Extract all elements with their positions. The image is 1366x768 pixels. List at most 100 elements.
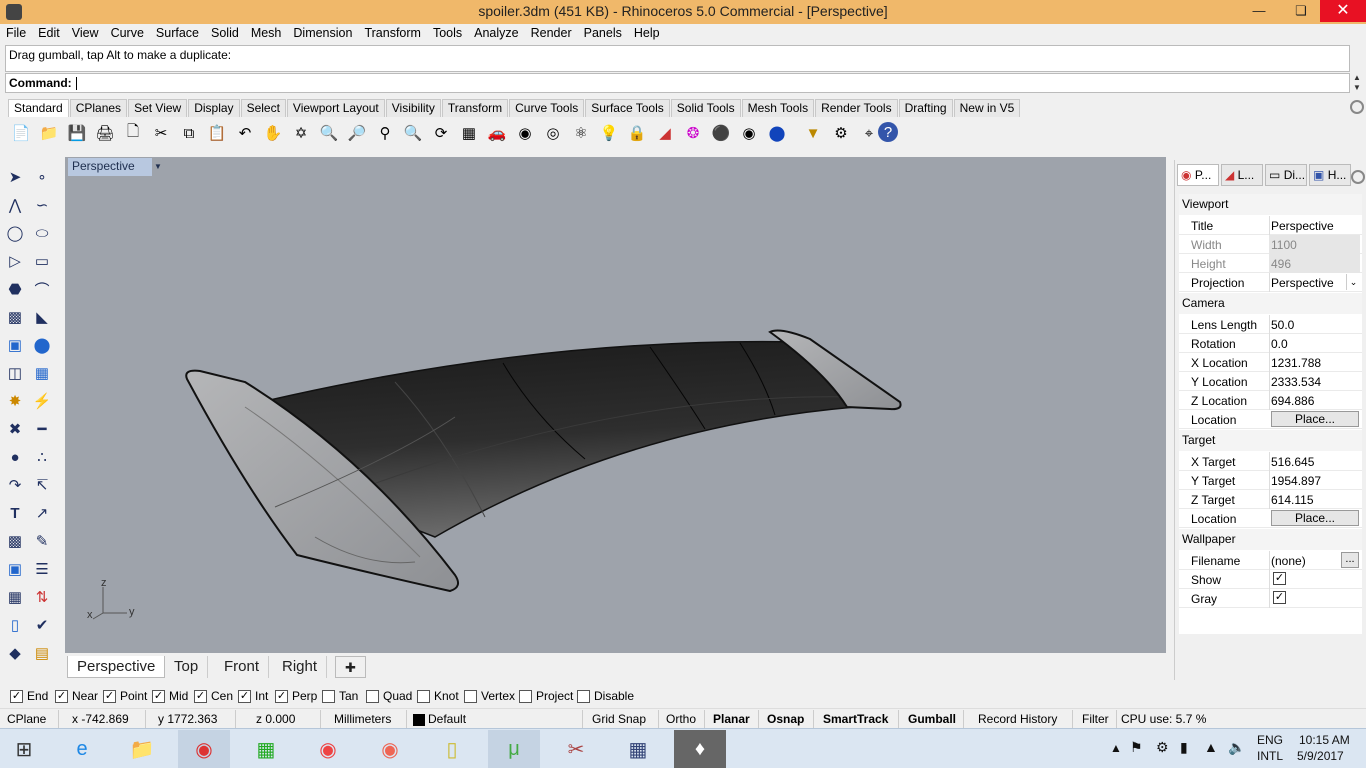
start-icon[interactable]: ⊞ bbox=[0, 730, 48, 768]
osnap-vertex[interactable]: Vertex bbox=[464, 689, 515, 703]
ellipse-icon[interactable]: ⬭ bbox=[30, 221, 54, 245]
osnap-disable[interactable]: Disable bbox=[577, 689, 634, 703]
tab-perspective[interactable]: Perspective bbox=[67, 656, 166, 678]
chrome-icon[interactable]: ◉ bbox=[178, 730, 230, 768]
osnap-near-checkbox[interactable]: ✓ bbox=[55, 689, 68, 703]
volume-icon[interactable]: 🔈 bbox=[1228, 739, 1245, 756]
osnap-int[interactable]: ✓ Int bbox=[238, 689, 268, 703]
save-icon[interactable]: 💾 bbox=[66, 122, 88, 144]
layers-icon[interactable]: ◢ bbox=[654, 122, 676, 144]
tab-curve-tools[interactable]: Curve Tools bbox=[509, 99, 585, 117]
target-place-button[interactable]: Place... bbox=[1271, 510, 1359, 526]
ie-icon[interactable]: e bbox=[56, 730, 108, 768]
osnap-project-checkbox[interactable] bbox=[519, 689, 532, 703]
osnap-end-checkbox[interactable]: ✓ bbox=[10, 689, 23, 703]
tab-right[interactable]: Right bbox=[273, 656, 328, 678]
tab-display[interactable]: ▭ Di... bbox=[1265, 164, 1307, 186]
osnap-quad[interactable]: Quad bbox=[366, 689, 412, 703]
array-icon[interactable]: ▩ bbox=[3, 529, 27, 553]
tab-front[interactable]: Front bbox=[215, 656, 270, 678]
tab-solid-tools[interactable]: Solid Tools bbox=[670, 99, 741, 117]
tab-select[interactable]: Select bbox=[240, 99, 286, 117]
grid-array-icon[interactable]: ▦ bbox=[3, 585, 27, 609]
chamfer-icon[interactable]: ↸ bbox=[30, 473, 54, 497]
minimize-button[interactable]: — bbox=[1244, 0, 1274, 22]
osnap-disable-checkbox[interactable] bbox=[577, 689, 590, 703]
tab-surface-tools[interactable]: Surface Tools bbox=[585, 99, 670, 117]
car-icon[interactable]: 🚗 bbox=[486, 122, 508, 144]
osnap-point[interactable]: ✓ Point bbox=[103, 689, 147, 703]
four-viewports-icon[interactable]: ▦ bbox=[458, 122, 480, 144]
undo-icon[interactable]: ↶ bbox=[234, 122, 256, 144]
join-icon[interactable]: ● bbox=[3, 445, 27, 469]
scale-icon[interactable]: ☰ bbox=[30, 557, 54, 581]
gumball-icon[interactable]: ⚛ bbox=[570, 122, 592, 144]
tab-render-tools[interactable]: Render Tools bbox=[815, 99, 898, 117]
menu-render[interactable]: Render bbox=[525, 24, 578, 42]
battery-icon[interactable]: ▮ bbox=[1180, 739, 1188, 756]
print-icon[interactable]: 🖨 bbox=[94, 122, 116, 144]
help-icon[interactable]: ? bbox=[878, 122, 898, 142]
osnap-tan[interactable]: Tan bbox=[322, 689, 358, 703]
circle-icon[interactable]: ◯ bbox=[3, 221, 27, 245]
zoom-window-icon[interactable]: 🔎 bbox=[346, 122, 368, 144]
select-icon[interactable]: ➤ bbox=[3, 165, 27, 189]
menu-file[interactable]: File bbox=[0, 24, 32, 42]
tab-top[interactable]: Top bbox=[165, 656, 209, 678]
tab-mesh-tools[interactable]: Mesh Tools bbox=[741, 99, 815, 117]
arc-icon[interactable]: ▷ bbox=[3, 249, 27, 273]
tray-expand-icon[interactable]: ▲ bbox=[1110, 741, 1122, 755]
copy-icon[interactable]: ⧉ bbox=[178, 122, 200, 144]
tab-set-view[interactable]: Set View bbox=[128, 99, 188, 117]
filter-toggle[interactable]: Filter bbox=[1082, 712, 1109, 726]
tab-layers[interactable]: ◢ L... bbox=[1221, 164, 1263, 186]
z-location-field[interactable]: 694.886 bbox=[1271, 394, 1359, 408]
rotate-camera-icon[interactable]: ⟳ bbox=[430, 122, 452, 144]
menu-view[interactable]: View bbox=[66, 24, 105, 42]
tab-drafting[interactable]: Drafting bbox=[898, 99, 953, 117]
x-location-field[interactable]: 1231.788 bbox=[1271, 356, 1359, 370]
language-eng[interactable]: ENG bbox=[1257, 733, 1283, 747]
z-target-field[interactable]: 614.115 bbox=[1271, 493, 1359, 507]
flag-icon[interactable]: ⚑ bbox=[1130, 739, 1143, 756]
smarttrack-toggle[interactable]: SmartTrack bbox=[823, 712, 888, 726]
surface-corner-icon[interactable]: ▩ bbox=[3, 305, 27, 329]
rotation-field[interactable]: 0.0 bbox=[1271, 337, 1359, 351]
extrude-icon[interactable]: ◣ bbox=[30, 305, 54, 329]
menu-analyze[interactable]: Analyze bbox=[468, 24, 524, 42]
move-icon[interactable]: ✎ bbox=[30, 529, 54, 553]
tab-transform[interactable]: Transform bbox=[441, 99, 509, 117]
menu-mesh[interactable]: Mesh bbox=[245, 24, 288, 42]
spoiler-model[interactable] bbox=[65, 157, 1166, 653]
mirror-icon[interactable]: ⇅ bbox=[30, 585, 54, 609]
menu-curve[interactable]: Curve bbox=[105, 24, 150, 42]
tab-help[interactable]: ▣ H... bbox=[1309, 164, 1351, 186]
pan-icon[interactable]: ✋ bbox=[262, 122, 284, 144]
osnap-knot[interactable]: Knot bbox=[417, 689, 459, 703]
split-icon[interactable]: ━ bbox=[30, 417, 54, 441]
status-layer[interactable]: Default bbox=[428, 712, 466, 726]
check-icon[interactable]: ✔ bbox=[30, 613, 54, 637]
paint-icon[interactable]: ▤ bbox=[30, 641, 54, 665]
grid-snap-toggle[interactable]: Grid Snap bbox=[592, 712, 646, 726]
y-target-field[interactable]: 1954.897 bbox=[1271, 474, 1359, 488]
menu-tools[interactable]: Tools bbox=[427, 24, 468, 42]
lock-icon[interactable]: 🔒 bbox=[626, 122, 648, 144]
osnap-end[interactable]: ✓ End bbox=[10, 689, 48, 703]
color-wheel-icon[interactable]: ❂ bbox=[682, 122, 704, 144]
perspective-viewport[interactable]: Perspective ▼ z x y bbox=[65, 157, 1166, 653]
restore-button[interactable]: ❏ bbox=[1286, 0, 1316, 22]
notes-icon[interactable]: ▯ bbox=[426, 730, 478, 768]
tab-standard[interactable]: Standard bbox=[8, 99, 69, 117]
tool-icon[interactable]: ✂ bbox=[550, 730, 602, 768]
osnap-cen[interactable]: ✓ Cen bbox=[194, 689, 233, 703]
menu-panels[interactable]: Panels bbox=[578, 24, 628, 42]
menu-solid[interactable]: Solid bbox=[205, 24, 245, 42]
store-icon[interactable]: ▦ bbox=[240, 730, 292, 768]
render-sphere-icon[interactable]: ⬤ bbox=[766, 122, 788, 144]
osnap-cen-checkbox[interactable]: ✓ bbox=[194, 689, 207, 703]
tab-visibility[interactable]: Visibility bbox=[385, 99, 441, 117]
y-location-field[interactable]: 2333.534 bbox=[1271, 375, 1359, 389]
gray-checkbox[interactable]: ✓ bbox=[1273, 591, 1286, 604]
title-field[interactable]: Perspective bbox=[1271, 219, 1359, 233]
